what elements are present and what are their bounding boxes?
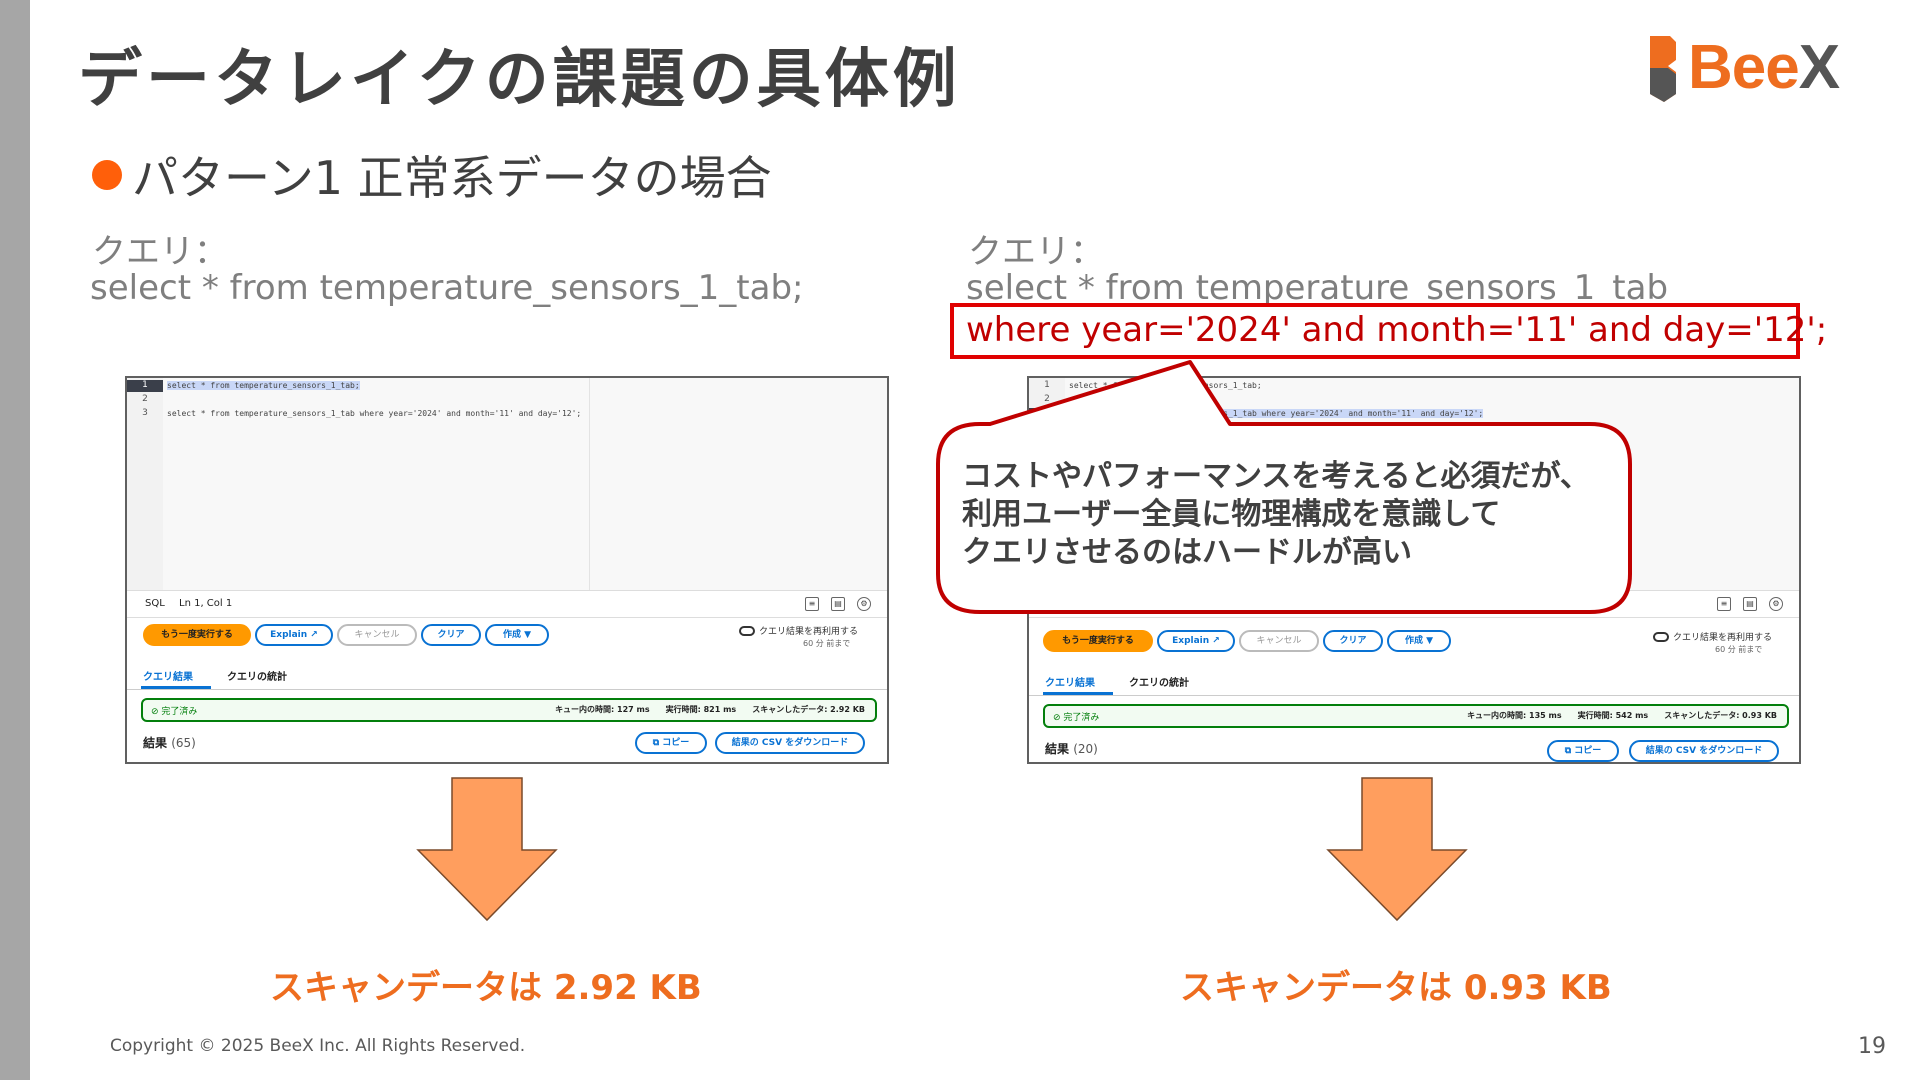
copyright: Copyright © 2025 BeeX Inc. All Rights Re… [110, 1036, 526, 1056]
query-success-banner: ⊘ 完了済み キュー内の時間: 127 ms 実行時間: 821 ms スキャン… [141, 698, 877, 722]
settings-gear-icon[interactable]: ⚙ [1769, 597, 1783, 611]
right-query-label: クエリ： [968, 232, 1104, 272]
code-line: select * from temperature_sensors_1_tab … [167, 409, 582, 418]
reuse-results-label: クエリ結果を再利用する [1673, 633, 1773, 643]
clear-button[interactable]: クリア [1323, 630, 1383, 652]
code-line: select * from temperature_sensors_1_tab; [167, 381, 360, 390]
format-icon[interactable]: ▤ [1743, 597, 1757, 611]
reuse-results-age: 60 分 前まで [1715, 645, 1763, 654]
left-scan-result: スキャンデータは 2.92 KB [270, 968, 702, 1008]
where-clause-text: where year='2024' and month='11' and day… [966, 310, 1828, 350]
tab-query-results[interactable]: クエリ結果 [143, 668, 193, 683]
copy-button[interactable]: ⧉ コピー [635, 732, 707, 754]
beex-logo-icon [1650, 36, 1676, 102]
indent-icon[interactable]: ≡ [805, 597, 819, 611]
editor-ruler [589, 378, 590, 590]
callout-text: コストやパフォーマンスを考えると必須だが、 利用ユーザー全員に物理構成を意識して… [962, 459, 1590, 570]
line-number: 1 [127, 380, 163, 392]
query-stats: キュー内の時間: 127 ms 実行時間: 821 ms スキャンしたデータ: … [555, 705, 865, 714]
clear-button[interactable]: クリア [421, 624, 481, 646]
subtitle: パターン1 正常系データの場合 [92, 142, 772, 208]
editor-status-bar: SQL Ln 1, Col 1 ≡ ▤ ⚙ [127, 590, 887, 618]
settings-gear-icon[interactable]: ⚙ [857, 597, 871, 611]
bullet-dot-icon [92, 160, 122, 190]
explain-button[interactable]: Explain ↗ [255, 624, 333, 646]
left-accent-bar [0, 0, 30, 1080]
sql-editor[interactable]: 1 2 3 select * from temperature_sensors_… [127, 378, 887, 590]
slide: データレイクの課題の具体例 BeeX パターン1 正常系データの場合 クエリ： … [0, 0, 1920, 1080]
cancel-button[interactable]: キャンセル [337, 624, 417, 646]
rerun-button[interactable]: もう一度実行する [143, 624, 251, 646]
beex-logo: BeeX [1646, 33, 1846, 106]
down-arrow-icon [1326, 777, 1468, 922]
down-arrow-icon [416, 777, 558, 922]
tab-query-stats[interactable]: クエリの統計 [1129, 674, 1189, 689]
create-dropdown-button[interactable]: 作成 ▼ [1387, 630, 1451, 652]
line-number: 2 [142, 394, 148, 404]
download-csv-button[interactable]: 結果の CSV をダウンロード [1629, 740, 1779, 762]
right-query-text: select * from temperature_sensors_1_tab [966, 268, 1669, 308]
reuse-results-toggle[interactable] [1653, 632, 1669, 642]
status-completed: ⊘ 完了済み [1053, 713, 1100, 723]
tab-divider [127, 689, 887, 690]
reuse-results-label: クエリ結果を再利用する [759, 627, 859, 637]
left-query-text: select * from temperature_sensors_1_tab; [90, 268, 804, 308]
create-dropdown-button[interactable]: 作成 ▼ [485, 624, 549, 646]
reuse-results-age: 60 分 前まで [803, 639, 851, 648]
query-stats: キュー内の時間: 135 ms 実行時間: 542 ms スキャンしたデータ: … [1467, 711, 1777, 720]
tab-query-stats[interactable]: クエリの統計 [227, 668, 287, 683]
left-athena-screenshot: 1 2 3 select * from temperature_sensors_… [125, 376, 889, 764]
format-icon[interactable]: ▤ [831, 597, 845, 611]
tab-query-results[interactable]: クエリ結果 [1045, 674, 1095, 689]
results-count: 結果 (65) [143, 736, 196, 750]
left-query-label: クエリ： [92, 232, 228, 272]
tab-divider [1029, 695, 1799, 696]
explain-button[interactable]: Explain ↗ [1157, 630, 1235, 652]
logo-wordmark: BeeX [1688, 33, 1840, 102]
slide-title: データレイクの課題の具体例 [78, 43, 961, 117]
results-count: 結果 (20) [1045, 742, 1098, 756]
status-language: SQL [145, 598, 165, 609]
indent-icon[interactable]: ≡ [1717, 597, 1731, 611]
query-success-banner: ⊘ 完了済み キュー内の時間: 135 ms 実行時間: 542 ms スキャン… [1043, 704, 1789, 728]
reuse-results-toggle[interactable] [739, 626, 755, 636]
copy-button[interactable]: ⧉ コピー [1547, 740, 1619, 762]
status-completed: ⊘ 完了済み [151, 707, 198, 717]
page-number: 19 [1858, 1034, 1886, 1059]
right-scan-result: スキャンデータは 0.93 KB [1180, 968, 1612, 1008]
download-csv-button[interactable]: 結果の CSV をダウンロード [715, 732, 865, 754]
status-cursor-position: Ln 1, Col 1 [179, 598, 233, 609]
cancel-button[interactable]: キャンセル [1239, 630, 1319, 652]
line-number: 3 [142, 408, 148, 418]
rerun-button[interactable]: もう一度実行する [1043, 630, 1153, 652]
